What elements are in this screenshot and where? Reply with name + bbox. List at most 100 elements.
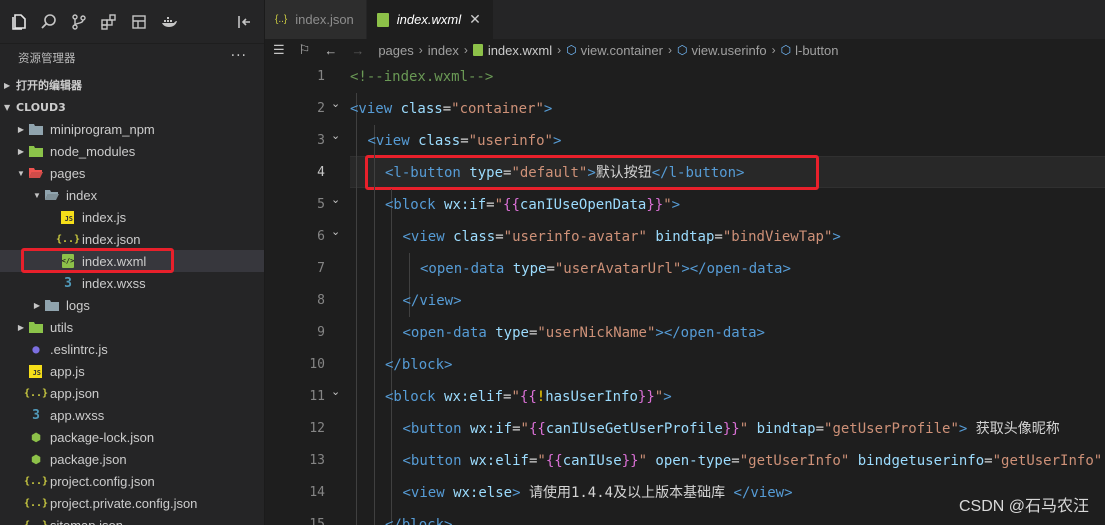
breadcrumb-separator-icon: › bbox=[557, 43, 562, 57]
tree-item[interactable]: ▶ logs bbox=[0, 294, 264, 316]
tree-item[interactable]: {..} sitemap.json bbox=[0, 514, 264, 525]
fold-chevron-icon[interactable]: ⌄ bbox=[331, 216, 345, 248]
chevron-right-icon: ▶ bbox=[4, 80, 11, 90]
breadcrumb-view-userinfo[interactable]: view.userinfo bbox=[691, 43, 766, 58]
json-file-icon: {..} bbox=[23, 387, 49, 399]
breadcrumb-view-container[interactable]: view.container bbox=[581, 43, 663, 58]
fold-chevron-icon[interactable]: ⌄ bbox=[331, 376, 345, 408]
code-token: </view> bbox=[402, 293, 462, 309]
code-token: " bbox=[511, 389, 520, 405]
code-token: 默认按钮 bbox=[595, 165, 652, 181]
code-token: ></open-data> bbox=[681, 261, 791, 277]
extensions-icon[interactable] bbox=[94, 7, 124, 37]
code-token: canIUseGetUserProfile bbox=[545, 421, 723, 437]
tree-item-label: .eslintrc.js bbox=[50, 341, 108, 357]
code-token: "getUserProfile" bbox=[824, 421, 959, 437]
tab-label: index.json bbox=[295, 12, 354, 27]
docker-icon[interactable] bbox=[154, 7, 184, 37]
code-token: " bbox=[638, 453, 656, 469]
tab-index-wxml[interactable]: index.wxml ✕ bbox=[366, 0, 494, 39]
chevron-down-icon: ▼ bbox=[4, 102, 11, 112]
wxss-file-icon: 3 bbox=[32, 407, 40, 423]
code-token: <button bbox=[402, 421, 470, 437]
tree-item[interactable]: ▼ index bbox=[0, 184, 264, 206]
line-number-gutter: 1 2 3 4 5 6 7 8 9 10 11 12 13 14 15 ⌄ ⌄ ⌄ ⌄ ⌄ bbox=[265, 61, 350, 525]
tree-item[interactable]: 3 app.wxss bbox=[0, 404, 264, 426]
files-icon[interactable] bbox=[4, 7, 34, 37]
chevron-down-icon: ▼ bbox=[17, 168, 25, 178]
bookmark-icon[interactable]: ⚐ bbox=[299, 42, 311, 58]
tree-item[interactable]: 3 index.wxss bbox=[0, 272, 264, 294]
tree-item-label: index bbox=[66, 187, 98, 203]
more-actions-button[interactable]: ··· bbox=[231, 48, 247, 64]
fold-chevron-icon[interactable]: ⌄ bbox=[331, 184, 345, 216]
code-token: {{ bbox=[519, 389, 537, 405]
code-line: <open-data type="userAvatarUrl"></open-d… bbox=[420, 253, 791, 285]
code-token: = bbox=[486, 197, 495, 213]
chevron-right-icon: ▶ bbox=[17, 124, 25, 134]
tree-item[interactable]: ⬢ package.json bbox=[0, 448, 264, 470]
collapse-sidebar-icon[interactable] bbox=[229, 7, 259, 37]
code-token: > bbox=[543, 101, 553, 117]
tree-item[interactable]: JS app.js bbox=[0, 360, 264, 382]
breadcrumb-index[interactable]: index bbox=[428, 43, 459, 58]
tree-item[interactable]: {..} app.json bbox=[0, 382, 264, 404]
code-line: <button wx:if="{{canIUseGetUserProfile}}… bbox=[403, 413, 1060, 445]
code-token: canIUse bbox=[562, 453, 622, 469]
code-token: class bbox=[418, 133, 461, 149]
code-token: bindtap bbox=[655, 229, 715, 245]
code-token: }} bbox=[646, 197, 664, 213]
tree-item-label: app.json bbox=[50, 385, 100, 401]
list-icon[interactable]: ☰ bbox=[273, 42, 285, 58]
search-icon[interactable] bbox=[34, 7, 64, 37]
open-editors-section[interactable]: ▶ 打开的编辑器 bbox=[0, 74, 264, 96]
folder-npm-icon bbox=[28, 121, 44, 137]
code-line: <view class="container"> bbox=[350, 93, 552, 125]
back-arrow-icon[interactable]: ← bbox=[324, 43, 337, 58]
layout-icon[interactable] bbox=[124, 7, 154, 37]
editor-area: {..} index.json index.wxml ✕ ☰ ⚐ ← → pag… bbox=[265, 0, 1105, 525]
code-token: class bbox=[453, 229, 496, 245]
tab-index-json[interactable]: {..} index.json bbox=[265, 0, 367, 39]
source-control-icon[interactable] bbox=[64, 7, 94, 37]
breadcrumb-file[interactable]: index.wxml bbox=[488, 43, 552, 58]
tree-item[interactable]: ▼ pages bbox=[0, 162, 264, 184]
code-line: <button wx:elif="{{canIUse}}" open-type=… bbox=[403, 445, 1103, 477]
code-line: <view class="userinfo-avatar" bindtap="b… bbox=[403, 221, 841, 253]
tree-item[interactable]: ⬢ package-lock.json bbox=[0, 426, 264, 448]
project-section[interactable]: ▼ CLOUD3 bbox=[0, 96, 264, 118]
code-token: = bbox=[714, 229, 723, 245]
tree-item[interactable]: JS index.js bbox=[0, 206, 264, 228]
breadcrumb-pages[interactable]: pages bbox=[378, 43, 413, 58]
tree-item-label: project.private.config.json bbox=[50, 495, 198, 511]
fold-chevron-icon[interactable]: ⌄ bbox=[331, 88, 345, 120]
line-number: 3 bbox=[317, 133, 325, 148]
code-line: <l-button type="default">默认按钮</l-button> bbox=[385, 157, 744, 189]
tree-item[interactable]: {..} index.json bbox=[0, 228, 264, 250]
tree-item[interactable]: ▶ utils bbox=[0, 316, 264, 338]
tree-item[interactable]: ● .eslintrc.js bbox=[0, 338, 264, 360]
wxss-file-icon: 3 bbox=[64, 275, 72, 291]
code-token: > bbox=[587, 165, 596, 181]
watermark: CSDN @石马农汪 bbox=[958, 498, 1089, 515]
folder-open-icon bbox=[44, 187, 60, 203]
tree-item[interactable]: {..} project.config.json bbox=[0, 470, 264, 492]
tree-item-label: sitemap.json bbox=[50, 517, 123, 525]
code-token: > bbox=[663, 389, 672, 405]
code-area[interactable]: <!--index.wxml--> <view class="container"… bbox=[350, 61, 1105, 525]
breadcrumb-l-button[interactable]: l-button bbox=[795, 43, 838, 58]
code-token: type bbox=[469, 165, 504, 181]
code-token: </block> bbox=[385, 517, 453, 525]
tree-item[interactable]: {..} project.private.config.json bbox=[0, 492, 264, 514]
explorer-sidebar: 资源管理器 ··· ▶ 打开的编辑器 ▼ CLOUD3 ▶ miniprogram… bbox=[0, 0, 265, 525]
close-tab-button[interactable]: ✕ bbox=[469, 11, 481, 28]
code-token: ></open-data> bbox=[655, 325, 765, 341]
tree-item[interactable]: ▶ node_modules bbox=[0, 140, 264, 162]
tree-item[interactable]: ▶ miniprogram_npm bbox=[0, 118, 264, 140]
forward-arrow-icon[interactable]: → bbox=[351, 43, 364, 58]
indent-guide bbox=[373, 125, 375, 525]
fold-chevron-icon[interactable]: ⌄ bbox=[331, 120, 345, 152]
tree-item-label: app.wxss bbox=[50, 407, 105, 423]
code-token: = bbox=[512, 421, 521, 437]
cube-icon: ⬡ bbox=[676, 43, 688, 57]
